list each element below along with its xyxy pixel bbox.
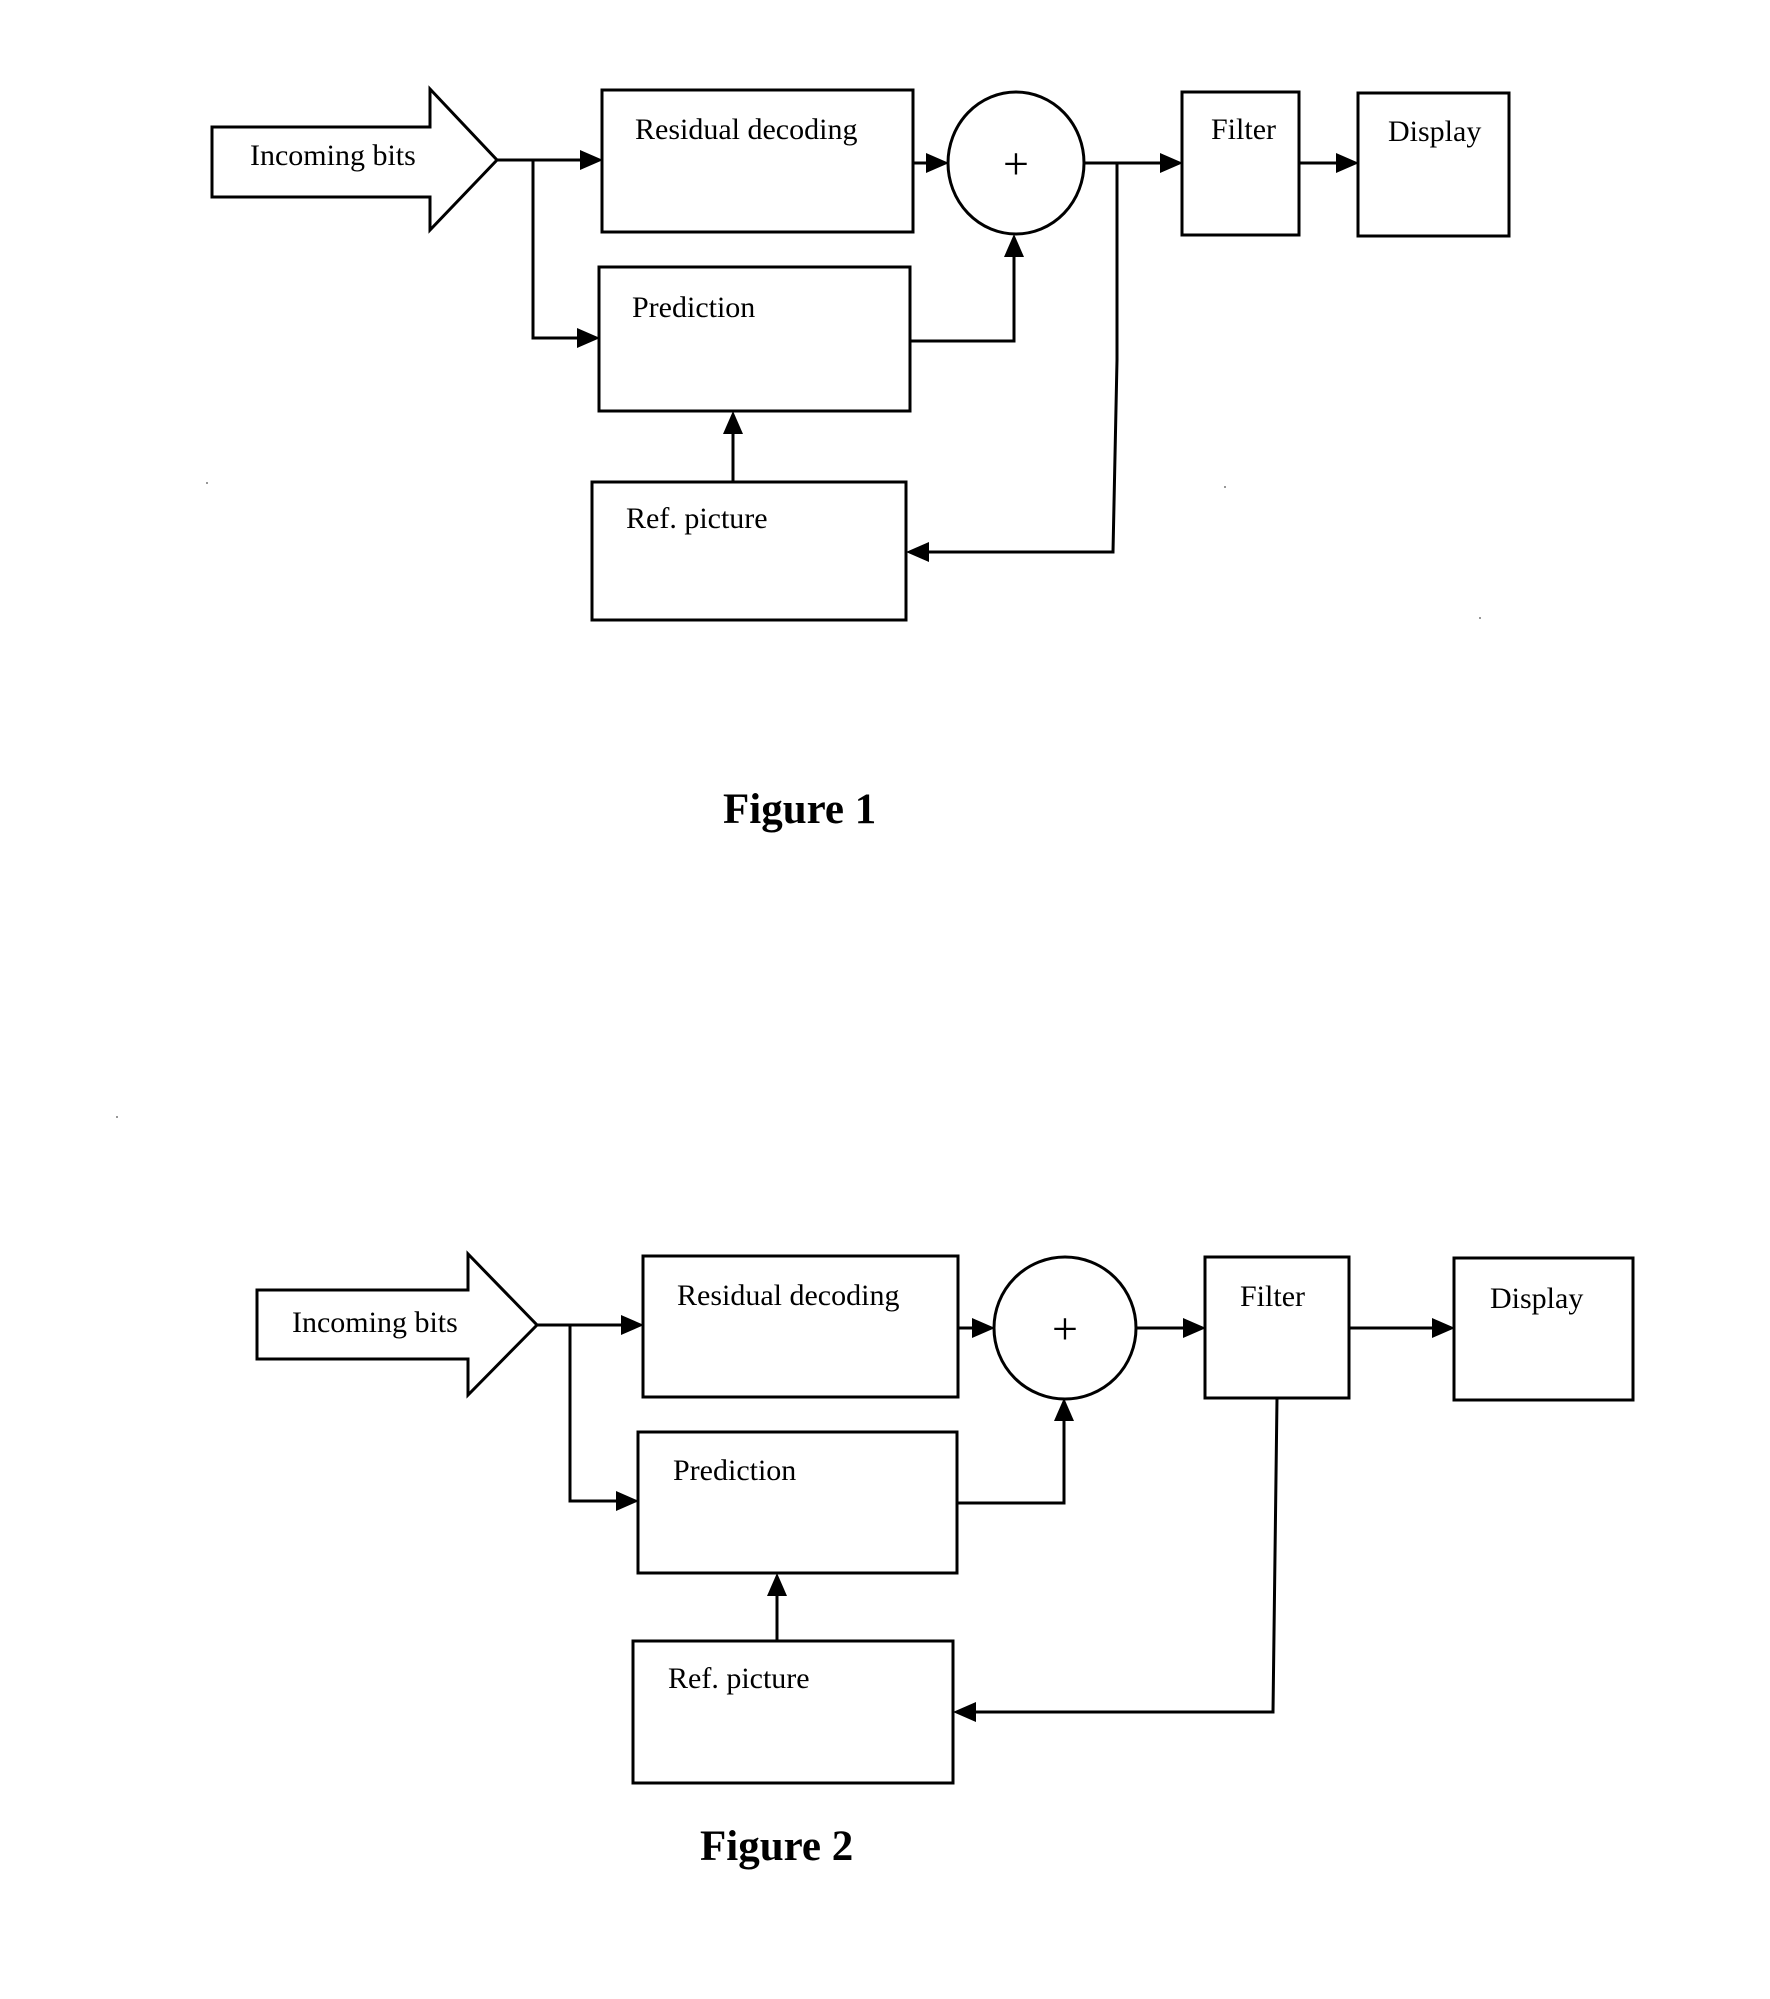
prediction-label: Prediction [673,1454,796,1487]
reference-picture-label: Ref. picture [626,502,768,535]
arrowhead-up-into-prediction [767,1573,787,1596]
connector-prediction-to-adder [910,250,1016,343]
filter-label: Filter [1211,113,1276,146]
figure-1: Incoming bits Residual decoding Predicti… [210,85,1511,833]
arrowhead-into-reference [953,1702,976,1722]
scan-speck [1479,617,1481,619]
adder-node: + [946,90,1086,236]
display-label: Display [1490,1282,1583,1315]
scan-speck [116,1116,118,1118]
connector-prediction-to-adder [957,1414,1066,1505]
incoming-bits-arrow: Incoming bits [210,85,500,234]
residual-decoding-label: Residual decoding [677,1279,899,1312]
reference-picture-label: Ref. picture [668,1662,810,1695]
arrowhead-into-adder-left [926,153,949,173]
residual-decoding-box [600,88,915,234]
adder-node: + [992,1255,1138,1401]
connector-input-to-prediction [568,1325,624,1503]
incoming-bits-label: Incoming bits [250,139,416,172]
arrowhead-into-display [1336,153,1359,173]
diagram-canvas: Incoming bits Residual decoding Predicti… [116,85,1635,1870]
arrowhead-into-residual [580,150,603,170]
arrowhead-into-adder-bottom [1004,234,1024,257]
residual-decoding-box [641,1254,960,1399]
residual-decoding-block: Residual decoding [641,1254,960,1399]
arrowhead-into-reference [906,542,929,562]
scan-speck [206,482,208,484]
figure-2: Incoming bits Residual decoding Predicti… [255,1250,1635,1870]
filter-box [1203,1255,1351,1400]
connector-input-to-prediction [531,160,585,340]
residual-decoding-block: Residual decoding [600,88,915,234]
filter-block: Filter [1180,90,1301,237]
display-box [1452,1256,1635,1402]
plus-icon: + [1003,138,1029,189]
figure-2-caption: Figure 2 [700,1823,853,1870]
filter-label: Filter [1240,1280,1305,1313]
residual-decoding-label: Residual decoding [635,113,857,146]
scan-speck [1224,486,1226,488]
arrowhead-into-display [1432,1318,1455,1338]
filter-block: Filter [1203,1255,1351,1400]
prediction-block: Prediction [636,1430,959,1575]
incoming-bits-arrow: Incoming bits [255,1250,540,1399]
arrowhead-into-filter [1183,1318,1206,1338]
arrowhead-into-filter [1160,153,1183,173]
incoming-bits-label: Incoming bits [292,1306,458,1339]
prediction-block: Prediction [597,265,912,413]
arrowhead-into-prediction [616,1491,639,1511]
display-label: Display [1388,115,1481,148]
prediction-label: Prediction [632,291,755,324]
figure-1-caption: Figure 1 [723,786,876,833]
reference-picture-block: Ref. picture [590,480,908,622]
plus-icon: + [1052,1303,1078,1354]
arrowhead-into-adder-left [972,1318,995,1338]
prediction-box [597,265,912,413]
arrowhead-into-residual [621,1315,644,1335]
display-block: Display [1452,1256,1635,1402]
arrowhead-into-adder-bottom [1054,1398,1074,1421]
connector-feedback-to-reference [969,1397,1279,1714]
arrowhead-up-into-prediction [723,411,743,434]
reference-picture-block: Ref. picture [631,1639,955,1785]
display-block: Display [1356,91,1511,238]
arrowhead-into-prediction [577,328,600,348]
